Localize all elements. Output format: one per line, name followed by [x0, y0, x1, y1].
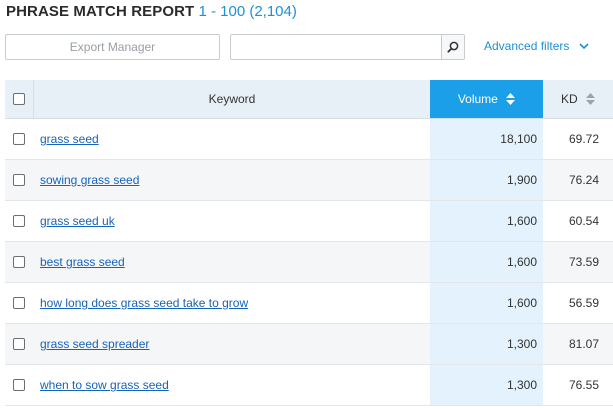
column-header-kd-label: KD — [560, 92, 578, 106]
keyword-link[interactable]: how long does grass seed take to grow — [40, 283, 248, 323]
select-all-cell — [5, 80, 34, 118]
report-range: 1 - 100 (2,104) — [198, 3, 297, 20]
volume-value: 1,300 — [506, 337, 537, 351]
column-header-keyword[interactable]: Keyword — [34, 80, 430, 118]
row-checkbox[interactable] — [13, 256, 25, 268]
keyword-table: Keyword Volume KD grass seed 18,100 69.7… — [5, 80, 613, 406]
row-checkbox[interactable] — [13, 338, 25, 350]
export-manager-button[interactable]: Export Manager — [5, 34, 220, 60]
volume-value: 1,600 — [506, 255, 537, 269]
kd-value: 69.72 — [568, 132, 599, 146]
kd-value: 76.24 — [568, 173, 599, 187]
row-checkbox[interactable] — [13, 379, 25, 391]
kd-value: 76.55 — [568, 378, 599, 392]
report-title-text: PHRASE MATCH REPORT — [6, 3, 195, 20]
row-checkbox[interactable] — [13, 133, 25, 145]
row-checkbox[interactable] — [13, 215, 25, 227]
sort-arrows-icon — [506, 92, 516, 105]
report-title: PHRASE MATCH REPORT 1 - 100 (2,104) — [6, 2, 297, 22]
row-checkbox[interactable] — [13, 297, 25, 309]
sort-arrows-icon — [586, 92, 595, 105]
table-row: when to sow grass seed 1,300 76.55 — [5, 365, 613, 406]
volume-value: 1,900 — [506, 173, 537, 187]
keyword-link[interactable]: sowing grass seed — [40, 160, 139, 200]
select-all-checkbox[interactable] — [13, 93, 25, 105]
row-checkbox[interactable] — [13, 174, 25, 186]
volume-value: 1,600 — [506, 296, 537, 310]
column-header-volume-label: Volume — [457, 92, 498, 106]
keyword-link[interactable]: best grass seed — [40, 242, 125, 282]
keyword-link[interactable]: grass seed spreader — [40, 324, 149, 364]
search-input[interactable] — [231, 35, 441, 59]
table-row: sowing grass seed 1,900 76.24 — [5, 160, 613, 201]
advanced-filters-toggle[interactable]: Advanced filters — [484, 37, 589, 55]
table-row: grass seed spreader 1,300 81.07 — [5, 324, 613, 365]
search-box — [230, 34, 465, 60]
search-icon — [447, 41, 459, 53]
column-header-kd[interactable]: KD — [543, 80, 613, 118]
keyword-link[interactable]: when to sow grass seed — [40, 365, 169, 405]
kd-value: 81.07 — [568, 337, 599, 351]
kd-value: 56.59 — [568, 296, 599, 310]
volume-value: 18,100 — [500, 132, 537, 146]
table-row: best grass seed 1,600 73.59 — [5, 242, 613, 283]
advanced-filters-label: Advanced filters — [484, 39, 570, 53]
volume-value: 1,600 — [506, 214, 537, 228]
kd-value: 60.54 — [568, 214, 599, 228]
table-row: grass seed 18,100 69.72 — [5, 119, 613, 160]
table-header: Keyword Volume KD — [5, 80, 613, 119]
volume-value: 1,300 — [506, 378, 537, 392]
search-button[interactable] — [441, 35, 464, 59]
keyword-link[interactable]: grass seed uk — [40, 201, 115, 241]
column-header-volume[interactable]: Volume — [430, 80, 543, 118]
kd-value: 73.59 — [568, 255, 599, 269]
chevron-down-icon — [579, 43, 589, 50]
table-row: grass seed uk 1,600 60.54 — [5, 201, 613, 242]
table-row: how long does grass seed take to grow 1,… — [5, 283, 613, 324]
keyword-link[interactable]: grass seed — [40, 119, 99, 159]
